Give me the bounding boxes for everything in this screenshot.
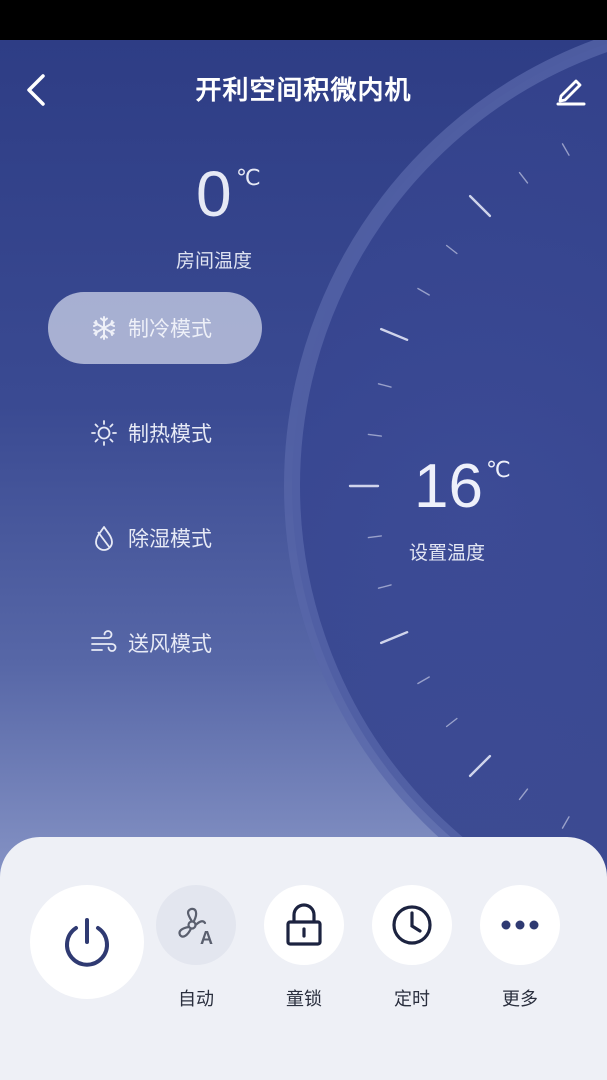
- dial-tick: [367, 433, 382, 437]
- set-temperature-unit: ℃: [486, 458, 511, 483]
- room-temperature-label: 房间温度: [176, 250, 253, 272]
- droplet-icon: [90, 524, 118, 552]
- dial-tick: [380, 327, 409, 341]
- more-button[interactable]: [480, 885, 560, 965]
- dial-tick: [380, 631, 409, 645]
- dial-tick: [417, 287, 430, 296]
- status-bar: [0, 0, 607, 40]
- room-temperature-unit: ℃: [236, 166, 261, 191]
- fan-auto-button[interactable]: A: [156, 885, 236, 965]
- power-button[interactable]: [30, 885, 144, 999]
- set-temperature-value: 16: [414, 452, 483, 521]
- mode-fan[interactable]: 送风模式: [48, 607, 262, 679]
- sun-icon: [90, 419, 118, 447]
- control-auto: A 自动: [154, 885, 238, 1011]
- lock-icon: [286, 903, 322, 946]
- pencil-icon: [556, 79, 586, 106]
- room-temperature: 0 ℃: [196, 162, 261, 226]
- dial-tick: [561, 143, 570, 156]
- power-icon: [65, 918, 109, 967]
- mode-heat[interactable]: 制热模式: [48, 397, 262, 469]
- fan-auto-icon: A: [178, 907, 213, 948]
- dial-tick: [417, 676, 430, 685]
- control-label: 更多: [502, 989, 538, 1010]
- mode-label: 制冷模式: [128, 317, 212, 341]
- dial-tick: [468, 754, 492, 778]
- mode-cool[interactable]: 制冷模式: [48, 292, 262, 364]
- dial-tick: [377, 584, 392, 589]
- header: 开利空间积微内机: [0, 40, 607, 138]
- mode-list: 制冷模式 制热模式 除湿模式 送风模式: [48, 292, 262, 712]
- dial-tick: [445, 244, 458, 255]
- child-lock-button[interactable]: [264, 885, 344, 965]
- control-more: 更多: [478, 885, 562, 1011]
- main-screen: 开利空间积微内机 0 ℃ 房间温度 制冷模式 制热模式 除湿模式 送风模式 16…: [0, 40, 607, 1080]
- dial-tick: [518, 171, 529, 184]
- dial-tick: [518, 788, 529, 801]
- control-timer: 定时: [370, 885, 454, 1011]
- dial-tick: [367, 535, 382, 539]
- control-child-lock: 童锁: [262, 885, 346, 1011]
- page-title: 开利空间积微内机: [195, 76, 412, 106]
- mode-label: 制热模式: [128, 422, 212, 446]
- control-label: 定时: [394, 989, 430, 1010]
- control-label: 童锁: [286, 989, 322, 1010]
- wind-icon: [90, 629, 118, 657]
- control-panel: A 自动 童锁 定时 更多: [0, 837, 607, 1080]
- set-temperature-label: 设置温度: [409, 542, 486, 564]
- dial-tick: [561, 816, 570, 829]
- control-label: 自动: [178, 989, 214, 1010]
- room-temperature-value: 0: [196, 158, 232, 230]
- snowflake-icon: [90, 314, 118, 342]
- svg-text:A: A: [200, 928, 213, 948]
- dial-tick: [468, 194, 492, 218]
- mode-dehumidify[interactable]: 除湿模式: [48, 502, 262, 574]
- clock-icon: [392, 905, 432, 945]
- dial-tick: [445, 717, 458, 728]
- set-temperature[interactable]: 16 ℃: [414, 456, 511, 518]
- dial-tick: [377, 383, 392, 388]
- edit-button[interactable]: [549, 68, 593, 112]
- more-icon: [501, 920, 539, 930]
- mode-label: 送风模式: [128, 632, 212, 656]
- timer-button[interactable]: [372, 885, 452, 965]
- mode-label: 除湿模式: [128, 527, 212, 551]
